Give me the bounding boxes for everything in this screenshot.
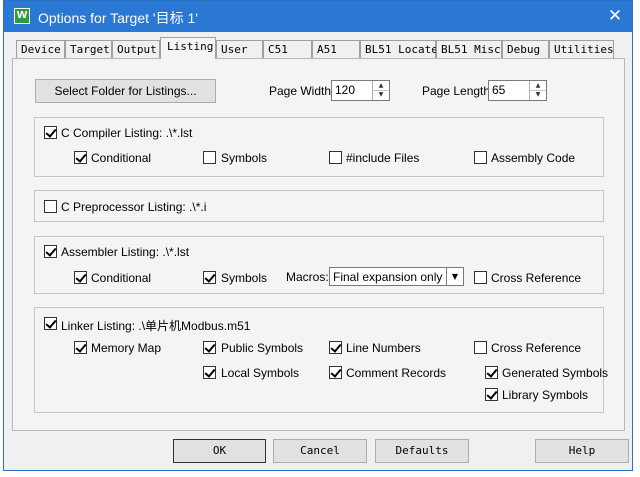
spin-down-icon[interactable]: ▼ (530, 90, 546, 99)
tab-listing[interactable]: Listing (160, 37, 216, 59)
page-width-spinner[interactable]: 120 ▲ ▼ (331, 80, 390, 101)
tab-output[interactable]: Output (112, 40, 160, 58)
asm-cross-reference-label: Cross Reference (491, 271, 582, 285)
c-preprocessor-listing-checkbox[interactable] (44, 200, 57, 213)
library-symbols-checkbox[interactable] (485, 388, 498, 401)
tab-utilities[interactable]: Utilities (549, 40, 614, 58)
tab-bl51-locate[interactable]: BL51 Locate (360, 40, 438, 58)
generated-symbols-label: Generated Symbols (502, 366, 609, 380)
memory-map-checkbox[interactable] (74, 341, 87, 354)
chevron-down-icon[interactable]: ▼ (446, 268, 463, 285)
macros-dropdown[interactable]: Final expansion only ▼ (329, 267, 464, 286)
options-dialog: W Options for Target '目标 1' ✕ Device Tar… (3, 0, 633, 471)
assembler-listing-checkbox[interactable] (44, 245, 57, 258)
close-icon[interactable]: ✕ (598, 1, 632, 32)
macros-label: Macros: (286, 270, 329, 284)
tab-a51[interactable]: A51 (312, 40, 360, 58)
asm-conditional-label: Conditional (91, 271, 152, 285)
tab-c51[interactable]: C51 (263, 40, 312, 58)
select-folder-button[interactable]: Select Folder for Listings... (35, 79, 216, 103)
memory-map-label: Memory Map (91, 341, 162, 355)
c-include-files-label: #include Files (346, 151, 420, 165)
tab-bl51-misc[interactable]: BL51 Misc (436, 40, 502, 58)
c-symbols-checkbox[interactable] (203, 151, 216, 164)
page-length-label: Page Length: (422, 84, 494, 98)
page-width-label: Page Width: (269, 84, 335, 98)
app-icon: W (14, 8, 30, 24)
spin-down-icon[interactable]: ▼ (373, 90, 389, 99)
cancel-button[interactable]: Cancel (273, 439, 367, 463)
c-preprocessor-listing-label: C Preprocessor Listing: .\*.i (61, 200, 207, 214)
tab-user[interactable]: User (216, 40, 263, 58)
asm-conditional-checkbox[interactable] (74, 271, 87, 284)
tab-target[interactable]: Target (65, 40, 112, 58)
c-symbols-label: Symbols (221, 151, 268, 165)
background-right-strip (632, 0, 640, 477)
asm-cross-reference-checkbox[interactable] (474, 271, 487, 284)
linker-cross-reference-checkbox[interactable] (474, 341, 487, 354)
defaults-button[interactable]: Defaults (375, 439, 469, 463)
c-conditional-checkbox[interactable] (74, 151, 87, 164)
local-symbols-label: Local Symbols (221, 366, 300, 380)
line-numbers-checkbox[interactable] (329, 341, 342, 354)
c-compiler-listing-label: C Compiler Listing: .\*.lst (61, 126, 193, 140)
linker-listing-checkbox[interactable] (44, 317, 57, 330)
asm-symbols-label: Symbols (221, 271, 268, 285)
page-length-value[interactable]: 65 (492, 83, 505, 97)
linker-cross-reference-label: Cross Reference (491, 341, 582, 355)
c-include-files-checkbox[interactable] (329, 151, 342, 164)
c-assembly-code-checkbox[interactable] (474, 151, 487, 164)
tab-device[interactable]: Device (16, 40, 65, 58)
c-assembly-code-label: Assembly Code (491, 151, 576, 165)
help-button[interactable]: Help (535, 439, 629, 463)
assembler-listing-label: Assembler Listing: .\*.lst (61, 245, 190, 259)
macros-value: Final expansion only (333, 270, 443, 284)
c-compiler-listing-checkbox[interactable] (44, 126, 57, 139)
asm-symbols-checkbox[interactable] (203, 271, 216, 284)
window-title: Options for Target '目标 1' (38, 10, 198, 26)
page-width-value[interactable]: 120 (335, 83, 355, 97)
comment-records-checkbox[interactable] (329, 366, 342, 379)
public-symbols-checkbox[interactable] (203, 341, 216, 354)
linker-listing-label: Linker Listing: .\单片机Modbus.m51 (61, 319, 251, 333)
comment-records-label: Comment Records (346, 366, 447, 380)
library-symbols-label: Library Symbols (502, 388, 589, 402)
tab-debug[interactable]: Debug (502, 40, 549, 58)
c-conditional-label: Conditional (91, 151, 152, 165)
generated-symbols-checkbox[interactable] (485, 366, 498, 379)
public-symbols-label: Public Symbols (221, 341, 304, 355)
page-length-spinner[interactable]: 65 ▲ ▼ (488, 80, 547, 101)
title-bar[interactable]: W Options for Target '目标 1' ✕ (4, 1, 632, 32)
ok-button[interactable]: OK (173, 439, 266, 463)
local-symbols-checkbox[interactable] (203, 366, 216, 379)
line-numbers-label: Line Numbers (346, 341, 421, 355)
